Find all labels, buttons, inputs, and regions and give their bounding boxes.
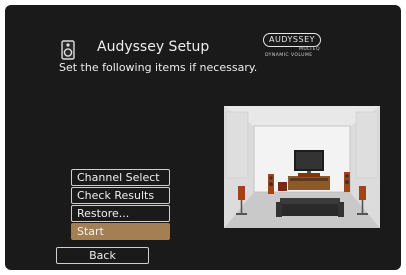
logo-line-2: DYNAMIC VOLUME <box>265 53 313 58</box>
page-subtitle: Set the following items if necessary. <box>59 61 258 74</box>
speaker-icon <box>61 40 75 60</box>
audyssey-logo: AUDYSSEY MULTEQ DYNAMIC VOLUME <box>263 33 333 63</box>
back-button[interactable]: Back <box>56 247 149 264</box>
menu-item-restore[interactable]: Restore... <box>71 205 170 222</box>
page-title: Audyssey Setup <box>97 39 210 55</box>
menu-item-check-results[interactable]: Check Results <box>71 187 170 204</box>
menu-item-channel-select[interactable]: Channel Select <box>71 169 170 186</box>
logo-brand: AUDYSSEY <box>263 33 321 47</box>
speaker-room-illustration <box>224 106 380 228</box>
audyssey-setup-screen: Audyssey Setup Set the following items i… <box>5 5 401 270</box>
logo-line-1: MULTEQ <box>299 47 320 52</box>
menu-item-start[interactable]: Start <box>71 223 170 240</box>
setup-menu: Channel Select Check Results Restore... … <box>71 169 170 241</box>
